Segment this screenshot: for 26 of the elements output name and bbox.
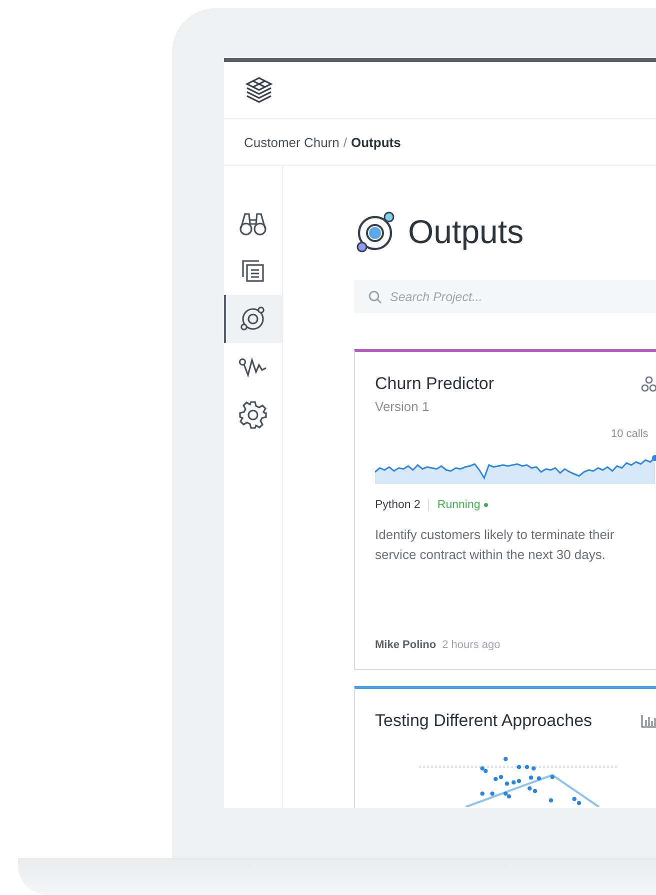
version-label: Version 1 xyxy=(375,399,430,414)
breadcrumb-link[interactable]: Customer Churn xyxy=(244,134,340,150)
search-icon xyxy=(368,290,382,304)
breadcrumb-current: Outputs xyxy=(351,134,401,150)
page-title: Outputs xyxy=(408,213,524,251)
calls-count: 10 calls xyxy=(611,428,648,440)
search-field[interactable]: Search Project... xyxy=(354,280,656,313)
documents-icon xyxy=(240,258,266,284)
status-dot xyxy=(484,503,488,507)
sidebar-item[interactable] xyxy=(224,295,282,343)
card-title: Churn Predictor xyxy=(375,374,494,394)
runtime-label: Python 2 xyxy=(375,499,430,511)
timestamp: 2 hours ago xyxy=(442,639,500,651)
orbit-icon xyxy=(239,305,267,333)
binoculars-icon xyxy=(239,210,267,236)
status-label: Running xyxy=(437,499,480,511)
pulse-icon xyxy=(238,356,268,378)
author-name: Mike Polino xyxy=(375,639,436,651)
nodes-icon xyxy=(641,376,656,392)
settings-icon xyxy=(238,400,268,430)
model-card[interactable]: Churn Predictor Version 1 10 calls Python 2 Running Identify customers likely to terminate their service contract within the next 30 days. Mike Polino 2 hours ago xyxy=(354,349,656,670)
card-description: Identify customers likely to terminate their service contract within the next 30 days. xyxy=(375,526,616,564)
logo-icon xyxy=(244,75,274,105)
card-title: Testing Different Approaches xyxy=(375,711,592,731)
bar-chart-icon xyxy=(641,714,656,728)
breadcrumb-separator: / xyxy=(343,134,347,150)
